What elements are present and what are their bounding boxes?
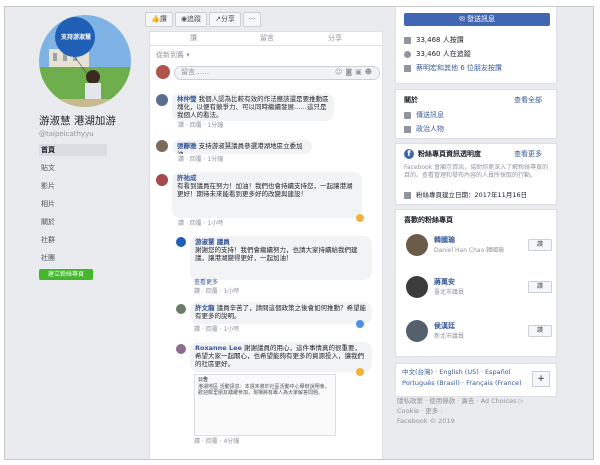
- composer-icons: ☺◙▣☻: [335, 68, 375, 77]
- attached-notice: 公告 港湖地區 活動訊息：本週末將於社區活動中心舉辦說明會，歡迎鄰里朋友踴躍參加，…: [194, 374, 336, 436]
- post-like-action[interactable]: 讚: [190, 34, 197, 43]
- post-comment-action[interactable]: 留言: [260, 34, 274, 43]
- liked-page-name[interactable]: 侯漢廷: [434, 322, 455, 331]
- reply-bubble: 許文龍 議員辛苦了，請問這個政策之後會如何推動？希望能有更多的說明。: [190, 302, 372, 324]
- reaction-emoji-icon[interactable]: [356, 368, 364, 376]
- liked-pages-card: 喜歡的粉絲專頁 韓國瑜 Daniel Han Chao 韓國瑜 讚 蔣萬安 臺北…: [395, 209, 557, 357]
- camera-icon[interactable]: ◙: [345, 68, 355, 76]
- footer-links[interactable]: 隱私政策 · 使用條款 · 廣告 · Ad Choices ▷: [397, 397, 524, 406]
- liked-page-subtitle: 新北市議員: [434, 333, 465, 340]
- comment-sort-dropdown[interactable]: 從新到舊 ▾: [156, 51, 190, 60]
- comment-actions[interactable]: 讚 · 回覆 · 1小時: [178, 220, 223, 227]
- avatar: [176, 304, 186, 314]
- follow-button[interactable]: ◉追蹤: [175, 12, 207, 27]
- avatar: [176, 237, 186, 247]
- language-links[interactable]: Português (Brasil) · Français (France): [402, 379, 522, 388]
- add-language-button[interactable]: +: [532, 371, 550, 387]
- share-button[interactable]: ↗分享: [209, 12, 241, 27]
- post-share-action[interactable]: 分享: [328, 34, 342, 43]
- comment-actions[interactable]: 讚 · 回覆 · 1小時: [194, 288, 239, 295]
- transparency-see-more-link[interactable]: 查看更多: [514, 150, 542, 159]
- footer-links[interactable]: Cookie · 更多 ·: [397, 407, 442, 416]
- message-icon: [404, 112, 411, 119]
- comment-actions[interactable]: 讚 · 回覆 · 1小時: [194, 326, 239, 333]
- about-title: 關於: [404, 96, 418, 104]
- page-category-link[interactable]: 政治人物: [416, 125, 444, 134]
- like-page-button[interactable]: 👍讚: [145, 12, 173, 27]
- reply-bubble: 游淑慧 議員 謝謝您的支持！我們會繼續努力，也請大家持續給我們建議，讓港湖變得更好…: [190, 236, 372, 280]
- copyright: Facebook © 2019: [397, 417, 455, 425]
- comment-bubble: 許祐成 有看到議員在努力！加油！我們也會持續支持您，一起讓港湖更好！期待未來能看到…: [172, 172, 362, 218]
- comment-input[interactable]: 留言…… ☺◙▣☻: [174, 66, 380, 80]
- about-card: 關於 查看全部 傳送訊息 政治人物: [395, 89, 557, 139]
- comment-actions[interactable]: 讚 · 回覆 · 4分鐘: [194, 438, 239, 445]
- balloon-text: 支持游淑慧: [61, 34, 92, 41]
- flag-icon: [404, 192, 411, 199]
- avatar[interactable]: [406, 320, 428, 342]
- language-card: 中文(台灣) · English (US) · Español Portuguê…: [395, 363, 557, 397]
- comment-actions[interactable]: 讚 · 回覆 · 1分鐘: [178, 122, 223, 129]
- send-message-button[interactable]: ✉ 發送訊息: [404, 13, 550, 26]
- likes-count: 33,468 人按讚: [416, 36, 464, 44]
- create-page-button[interactable]: 建立粉絲專頁: [39, 269, 93, 280]
- nav-groups[interactable]: 社團: [39, 252, 107, 264]
- avatar[interactable]: [406, 276, 428, 298]
- nav-posts[interactable]: 貼文: [39, 162, 107, 174]
- sticker-icon[interactable]: ☻: [365, 68, 375, 76]
- gif-icon[interactable]: ▣: [355, 68, 365, 76]
- avatar: [156, 174, 168, 186]
- more-options-button[interactable]: ···: [243, 12, 261, 27]
- liked-page-name[interactable]: 韓國瑜: [434, 236, 455, 245]
- like-reaction-icon[interactable]: [356, 320, 364, 328]
- avatar: [156, 94, 168, 106]
- nav-videos[interactable]: 影片: [39, 180, 107, 192]
- nav-photos[interactable]: 相片: [39, 198, 107, 210]
- facebook-logo-icon: f: [404, 149, 414, 159]
- followers-count: 33,460 人在追蹤: [416, 50, 471, 58]
- page-stats-card: ✉ 發送訊息 33,468 人按讚 33,460 人在追蹤 蔡明宏和其他 6 位…: [395, 7, 557, 84]
- liked-page-name[interactable]: 蔣萬安: [434, 278, 455, 287]
- like-page-button[interactable]: 讚: [528, 325, 552, 337]
- page-frame: 支持游淑慧 游淑慧 港湖加游 @taipeicathyyu 首頁 貼文 影片 相…: [4, 6, 594, 460]
- like-page-button[interactable]: 讚: [528, 281, 552, 293]
- liked-pages-title: 喜歡的粉絲專頁: [404, 216, 453, 224]
- emoji-icon[interactable]: ☺: [335, 68, 345, 76]
- see-more-link[interactable]: 查看更多: [194, 278, 218, 287]
- comment-bubble: 張靜雅 支持游淑慧議員參選港湖地區立委加油: [172, 140, 312, 154]
- nav-community[interactable]: 社群: [39, 234, 107, 246]
- reply-bubble: Roxanne Lee 謝謝議員的用心，這件事情真的很重要，希望大家一起關心，也…: [190, 342, 372, 372]
- transparency-description: Facebook 會顯示資訊，協助你更深入了解粉絲專頁的目的。查看管理和發布內容…: [404, 164, 549, 179]
- comment-bubble: 林仲瑩 我個人認為比較有效的作法應該還是要推動區塊化，以便有競爭力、可以同時繼續…: [172, 93, 334, 121]
- reaction-emoji-icon[interactable]: [356, 214, 364, 222]
- comment-actions[interactable]: 讚 · 回覆 · 1分鐘: [178, 156, 223, 163]
- language-links[interactable]: 中文(台灣) · English (US) · Español: [402, 368, 510, 377]
- avatar: [176, 344, 186, 354]
- nav-about[interactable]: 關於: [39, 216, 107, 228]
- politician-icon: [404, 126, 411, 133]
- post-card: 讚 留言 分享 從新到舊 ▾ 留言…… ☺◙▣☻ 林仲瑩 我個人認為比較有效的作…: [149, 31, 383, 459]
- avatar[interactable]: [406, 234, 428, 256]
- liked-page-subtitle: 臺北市議員: [434, 289, 465, 296]
- profile-name: 游淑慧 港湖加游: [39, 115, 116, 127]
- profile-picture[interactable]: 支持游淑慧: [39, 15, 131, 107]
- friends-like-text[interactable]: 蔡明宏和其他 6 位朋友按讚: [416, 64, 550, 73]
- page-created-date: 粉絲專頁建立日期：2017年11月16日: [416, 191, 528, 199]
- avatar: [156, 140, 168, 152]
- like-page-button[interactable]: 讚: [528, 239, 552, 251]
- about-send-message-link[interactable]: 傳送訊息: [416, 111, 444, 120]
- transparency-card: f 粉絲專頁資訊透明度 查看更多 Facebook 會顯示資訊，協助你更深入了解…: [395, 143, 557, 205]
- divider: [150, 45, 382, 46]
- nav-home[interactable]: 首頁: [39, 144, 107, 156]
- liked-page-subtitle: Daniel Han Chao 韓國瑜: [434, 247, 505, 254]
- thumbs-up-icon: [404, 37, 411, 44]
- avatar: [156, 65, 170, 79]
- follow-icon: [404, 51, 411, 58]
- profile-handle[interactable]: @taipeicathyyu: [39, 130, 94, 139]
- feed-column: 👍讚 ◉追蹤 ↗分享 ··· 讚 留言 分享 從新到舊 ▾ 留言…… ☺◙▣☻ …: [145, 7, 385, 459]
- friends-icon: [404, 65, 411, 72]
- thumbs-up-icon: 👍: [151, 15, 160, 23]
- transparency-title: 粉絲專頁資訊透明度: [418, 150, 481, 158]
- about-see-all-link[interactable]: 查看全部: [514, 96, 542, 105]
